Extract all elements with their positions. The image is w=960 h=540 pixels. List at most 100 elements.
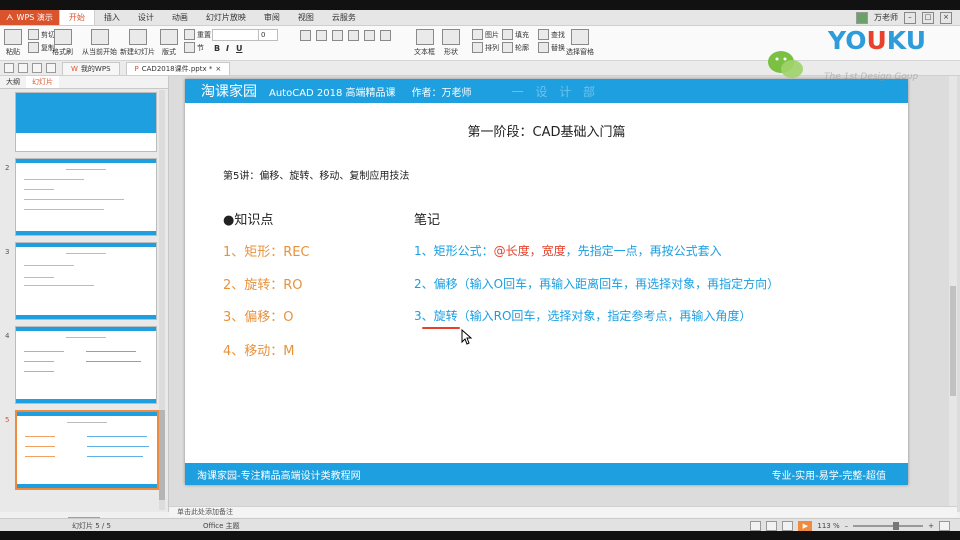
slide-number: 4 bbox=[5, 332, 10, 340]
line-spacing-icon[interactable] bbox=[380, 30, 391, 41]
slide-thumbnail-3[interactable] bbox=[15, 242, 157, 320]
select-pane-icon bbox=[571, 29, 589, 45]
scissors-icon bbox=[28, 29, 39, 40]
paste-button[interactable]: 粘贴 bbox=[4, 29, 22, 57]
header-watermark: 一 设 计 部 bbox=[511, 84, 600, 99]
italic-button[interactable]: I bbox=[226, 44, 229, 53]
knowledge-item: 2、旋转：RO bbox=[223, 278, 303, 293]
number-list-icon[interactable] bbox=[316, 30, 327, 41]
search-icon bbox=[538, 29, 549, 40]
copy-button[interactable]: 复制 bbox=[28, 42, 55, 53]
header-course: AutoCAD 2018 高端精品课 bbox=[269, 87, 396, 99]
tab-slides[interactable]: 幻灯片 bbox=[26, 76, 59, 88]
replace-button[interactable]: 替换 bbox=[538, 42, 565, 53]
shape-button[interactable]: 形状 bbox=[442, 29, 460, 57]
slide-thumbnail-1[interactable] bbox=[15, 92, 157, 152]
shape-icon bbox=[442, 29, 460, 45]
tab-close-icon[interactable]: × bbox=[215, 65, 221, 73]
wps-app-button[interactable]: ᗅ WPS 演示 bbox=[0, 10, 59, 25]
select-pane-button[interactable]: 选择窗格 bbox=[566, 29, 594, 57]
zoom-in-icon[interactable]: + bbox=[928, 522, 934, 530]
brush-icon bbox=[53, 29, 72, 45]
footer-left: 淘课家园-专注精品高端设计类教程网 bbox=[197, 470, 361, 482]
from-current-button[interactable]: 从当前开始 bbox=[82, 29, 117, 57]
user-avatar[interactable] bbox=[856, 11, 868, 24]
tab-document[interactable]: P CAD2018课件.pptx * × bbox=[125, 61, 231, 75]
tab-insert[interactable]: 插入 bbox=[95, 10, 129, 25]
bold-button[interactable]: B bbox=[214, 44, 220, 53]
save-icon[interactable] bbox=[4, 63, 14, 73]
slideshow-play-button[interactable]: ▶ bbox=[798, 520, 813, 531]
slide-thumbnail-5[interactable] bbox=[15, 410, 159, 490]
knowledge-heading: ●知识点 bbox=[223, 213, 274, 228]
play-slide-icon bbox=[90, 29, 109, 45]
tab-design[interactable]: 设计 bbox=[129, 10, 163, 25]
slide-5[interactable]: 淘课家园 AutoCAD 2018 高端精品课 作者：万老师 一 设 计 部 第… bbox=[185, 79, 908, 485]
footer-right: 专业-实用-易学-完整-超值 bbox=[771, 470, 886, 482]
zoom-out-icon[interactable]: – bbox=[845, 522, 849, 530]
tab-cloud[interactable]: 云服务 bbox=[323, 10, 365, 25]
reset-button[interactable]: 重置 bbox=[184, 29, 211, 40]
knowledge-item: 1、矩形：REC bbox=[223, 245, 310, 260]
font-size-select[interactable]: 0 bbox=[258, 29, 278, 41]
maximize-icon[interactable]: □ bbox=[922, 11, 934, 24]
normal-view-icon[interactable] bbox=[750, 520, 762, 531]
paragraph-group bbox=[300, 30, 391, 41]
align-center-icon[interactable] bbox=[348, 30, 359, 41]
lesson-subtitle: 第5讲：偏移、旋转、移动、复制应用技法 bbox=[223, 171, 410, 182]
slide-header-band: 淘课家园 AutoCAD 2018 高端精品课 作者：万老师 一 设 计 部 bbox=[185, 79, 908, 103]
arrange-button[interactable]: 排列 bbox=[472, 42, 499, 53]
find-button[interactable]: 查找 bbox=[538, 29, 565, 40]
new-slide-button[interactable]: 新建幻灯片 bbox=[120, 29, 155, 57]
sorter-view-icon[interactable] bbox=[766, 520, 778, 531]
zoom-slider[interactable] bbox=[853, 521, 924, 530]
tab-animation[interactable]: 动画 bbox=[163, 10, 197, 25]
tab-review[interactable]: 审阅 bbox=[255, 10, 289, 25]
menu-bar: ᗅ WPS 演示 开始 插入 设计 动画 幻灯片放映 审阅 视图 云服务 万老师… bbox=[0, 10, 960, 26]
fit-window-icon[interactable] bbox=[939, 520, 950, 531]
zoom-level[interactable]: 113 % bbox=[817, 522, 839, 530]
canvas-scrollbar[interactable] bbox=[949, 76, 957, 512]
fill-button[interactable]: 填充 bbox=[502, 29, 529, 40]
section-button[interactable]: 节 bbox=[184, 42, 204, 53]
copy-icon bbox=[28, 42, 39, 53]
presentation-file-icon: P bbox=[134, 64, 139, 73]
minimize-icon[interactable]: – bbox=[904, 11, 916, 24]
theme-name: Office 主题 bbox=[202, 521, 240, 530]
slide-number-selected: 5 bbox=[5, 416, 10, 424]
slide-thumbnail-2[interactable] bbox=[15, 158, 157, 236]
pen-annotation-mark bbox=[422, 327, 460, 329]
reset-icon bbox=[184, 29, 195, 40]
reading-view-icon[interactable] bbox=[782, 520, 794, 531]
slide-thumbnails-panel: 大纲 幻灯片 2 3 4 5 bbox=[0, 76, 169, 527]
underline-button[interactable]: U bbox=[236, 44, 243, 53]
bullet-list-icon[interactable] bbox=[300, 30, 311, 41]
user-name[interactable]: 万老师 bbox=[874, 12, 898, 23]
print-icon[interactable] bbox=[18, 63, 28, 73]
panel-scrollbar[interactable] bbox=[159, 90, 165, 510]
font-family-select[interactable] bbox=[212, 29, 260, 41]
notes-pane[interactable]: 单击此处添加备注 bbox=[169, 506, 957, 517]
tab-view[interactable]: 视图 bbox=[289, 10, 323, 25]
undo-icon[interactable] bbox=[32, 63, 42, 73]
cut-button[interactable]: 剪切 bbox=[28, 29, 55, 40]
ribbon-home: 粘贴 剪切 复制 格式刷 从当前开始 新建幻灯片 版式 重置 节 0 B I U… bbox=[0, 26, 960, 61]
outline-button[interactable]: 轮廓 bbox=[502, 42, 529, 53]
picture-button[interactable]: 图片 bbox=[472, 29, 499, 40]
align-left-icon[interactable] bbox=[332, 30, 343, 41]
notes-heading: 笔记 bbox=[414, 213, 441, 228]
tab-outline[interactable]: 大纲 bbox=[0, 76, 26, 88]
slide-thumbnail-4[interactable] bbox=[15, 326, 157, 404]
panel-tabs: 大纲 幻灯片 bbox=[0, 76, 168, 89]
paste-icon bbox=[4, 29, 22, 45]
tab-slideshow[interactable]: 幻灯片放映 bbox=[197, 10, 255, 25]
textbox-icon bbox=[415, 29, 434, 45]
redo-icon[interactable] bbox=[46, 63, 56, 73]
layout-button[interactable]: 版式 bbox=[160, 29, 178, 57]
close-icon[interactable]: × bbox=[940, 11, 952, 24]
textbox-button[interactable]: 文本框 bbox=[414, 29, 435, 57]
format-painter-button[interactable]: 格式刷 bbox=[52, 29, 73, 57]
align-right-icon[interactable] bbox=[364, 30, 375, 41]
tab-my-wps[interactable]: W 我的WPS bbox=[62, 61, 120, 75]
tab-home[interactable]: 开始 bbox=[58, 10, 95, 25]
